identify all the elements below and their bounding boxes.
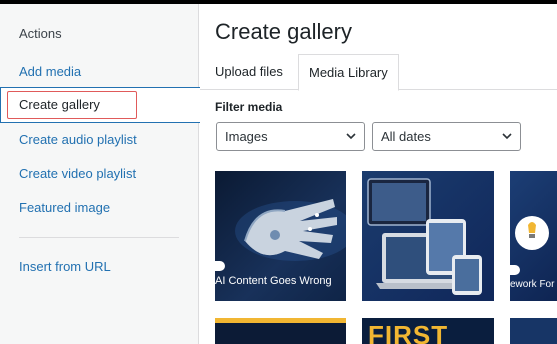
sidebar-item-featured-image[interactable]: Featured image <box>19 200 110 215</box>
sidebar-item-create-video-playlist[interactable]: Create video playlist <box>19 166 136 181</box>
sidebar-item-create-gallery[interactable]: Create gallery <box>0 87 200 123</box>
page-title: Create gallery <box>215 19 352 44</box>
tab-upload-files[interactable]: Upload files <box>205 54 293 90</box>
thumbnail-caption: ework For <box>510 279 555 290</box>
media-tabs: Upload files Media Library <box>200 54 557 91</box>
sidebar-item-create-audio-playlist[interactable]: Create audio playlist <box>19 132 137 147</box>
filter-media-label: Filter media <box>215 100 283 114</box>
date-filter-select[interactable]: All dates <box>372 122 521 151</box>
media-thumbnail[interactable]: Un <box>362 171 494 301</box>
media-thumbnail[interactable]: ework For <box>510 171 557 301</box>
badge-pill <box>510 265 520 275</box>
media-main-panel: Create gallery Upload files Media Librar… <box>200 4 557 344</box>
media-thumbnail[interactable] <box>215 318 346 344</box>
tab-media-library[interactable]: Media Library <box>298 54 399 91</box>
thumbnail-accent-bar <box>215 318 346 323</box>
sidebar-separator <box>19 237 179 238</box>
media-thumbnail[interactable]: FIRST <box>362 318 494 344</box>
media-thumbnail[interactable] <box>510 318 557 344</box>
media-type-select[interactable]: Images <box>216 122 365 151</box>
badge-pill <box>215 261 225 271</box>
sidebar-item-label: Create gallery <box>19 97 100 112</box>
chevron-down-icon <box>346 133 356 140</box>
sidebar-heading: Actions <box>19 26 62 41</box>
media-sidebar: Actions Add media Create gallery Create … <box>0 4 200 344</box>
media-type-value: Images <box>225 129 268 144</box>
sidebar-item-insert-from-url[interactable]: Insert from URL <box>19 259 111 274</box>
date-filter-value: All dates <box>381 129 431 144</box>
sidebar-item-add-media[interactable]: Add media <box>19 64 81 79</box>
thumbnail-text: FIRST <box>368 320 449 344</box>
chevron-down-icon <box>502 133 512 140</box>
thumbnail-caption: AI Content Goes Wrong <box>215 275 332 287</box>
devices-image <box>367 178 482 295</box>
media-thumbnail[interactable]: AI Content Goes Wrong <box>215 171 346 301</box>
